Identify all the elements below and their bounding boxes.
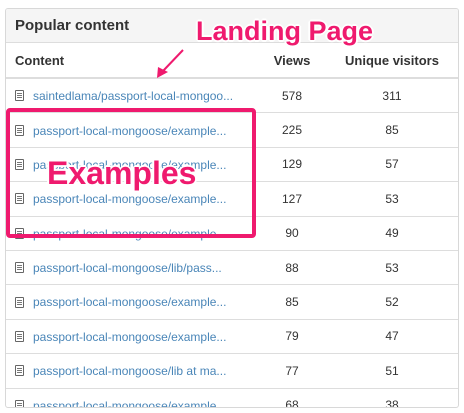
table-row: passport-local-mongoose/lib at ma... 77 51: [6, 353, 458, 389]
document-icon: [15, 331, 24, 343]
table-row: passport-local-mongoose/example... 68 38: [6, 387, 458, 407]
panel-title: Popular content: [15, 17, 130, 34]
column-header-content[interactable]: Content: [6, 43, 258, 79]
content-cell: passport-local-mongoose/lib/pass...: [6, 249, 258, 285]
examples-annotation: Examples: [47, 155, 197, 191]
views-cell: 79: [258, 318, 326, 354]
content-link[interactable]: passport-local-mongoose/example...: [33, 330, 241, 344]
content-link[interactable]: passport-local-mongoose/example...: [33, 399, 241, 407]
views-cell: 578: [258, 77, 326, 113]
document-icon: [15, 90, 24, 102]
unique-visitors-cell: 57: [326, 146, 458, 182]
column-header-unique-visitors[interactable]: Unique visitors: [326, 43, 458, 79]
views-cell: 129: [258, 146, 326, 182]
landing-page-annotation: Landing Page: [196, 16, 374, 46]
content-link[interactable]: passport-local-mongoose/lib/pass...: [33, 261, 241, 275]
table-row: passport-local-mongoose/example... 79 47: [6, 318, 458, 354]
content-link[interactable]: saintedlama/passport-local-mongoo...: [33, 89, 241, 103]
unique-visitors-cell: 53: [326, 181, 458, 217]
content-cell: passport-local-mongoose/example...: [6, 318, 258, 354]
views-cell: 90: [258, 215, 326, 251]
table-row: passport-local-mongoose/example... 85 52: [6, 284, 458, 320]
views-cell: 77: [258, 353, 326, 389]
content-cell: passport-local-mongoose/example...: [6, 284, 258, 320]
unique-visitors-cell: 49: [326, 215, 458, 251]
unique-visitors-cell: 53: [326, 249, 458, 285]
table-row: passport-local-mongoose/lib/pass... 88 53: [6, 249, 458, 285]
views-cell: 127: [258, 181, 326, 217]
column-header-views[interactable]: Views: [258, 43, 326, 79]
views-cell: 88: [258, 249, 326, 285]
unique-visitors-cell: 311: [326, 77, 458, 113]
content-link[interactable]: passport-local-mongoose/lib at ma...: [33, 364, 241, 378]
unique-visitors-cell: 52: [326, 284, 458, 320]
document-icon: [15, 399, 24, 407]
document-icon: [15, 296, 24, 308]
views-cell: 68: [258, 387, 326, 407]
content-link[interactable]: passport-local-mongoose/example...: [33, 295, 241, 309]
document-icon: [15, 365, 24, 377]
unique-visitors-cell: 51: [326, 353, 458, 389]
views-cell: 85: [258, 284, 326, 320]
unique-visitors-cell: 85: [326, 112, 458, 148]
document-icon: [15, 262, 24, 274]
content-cell: passport-local-mongoose/lib at ma...: [6, 353, 258, 389]
table-header-row: Content Views Unique visitors: [6, 43, 458, 79]
views-cell: 225: [258, 112, 326, 148]
unique-visitors-cell: 38: [326, 387, 458, 407]
content-cell: passport-local-mongoose/example...: [6, 387, 258, 407]
unique-visitors-cell: 47: [326, 318, 458, 354]
